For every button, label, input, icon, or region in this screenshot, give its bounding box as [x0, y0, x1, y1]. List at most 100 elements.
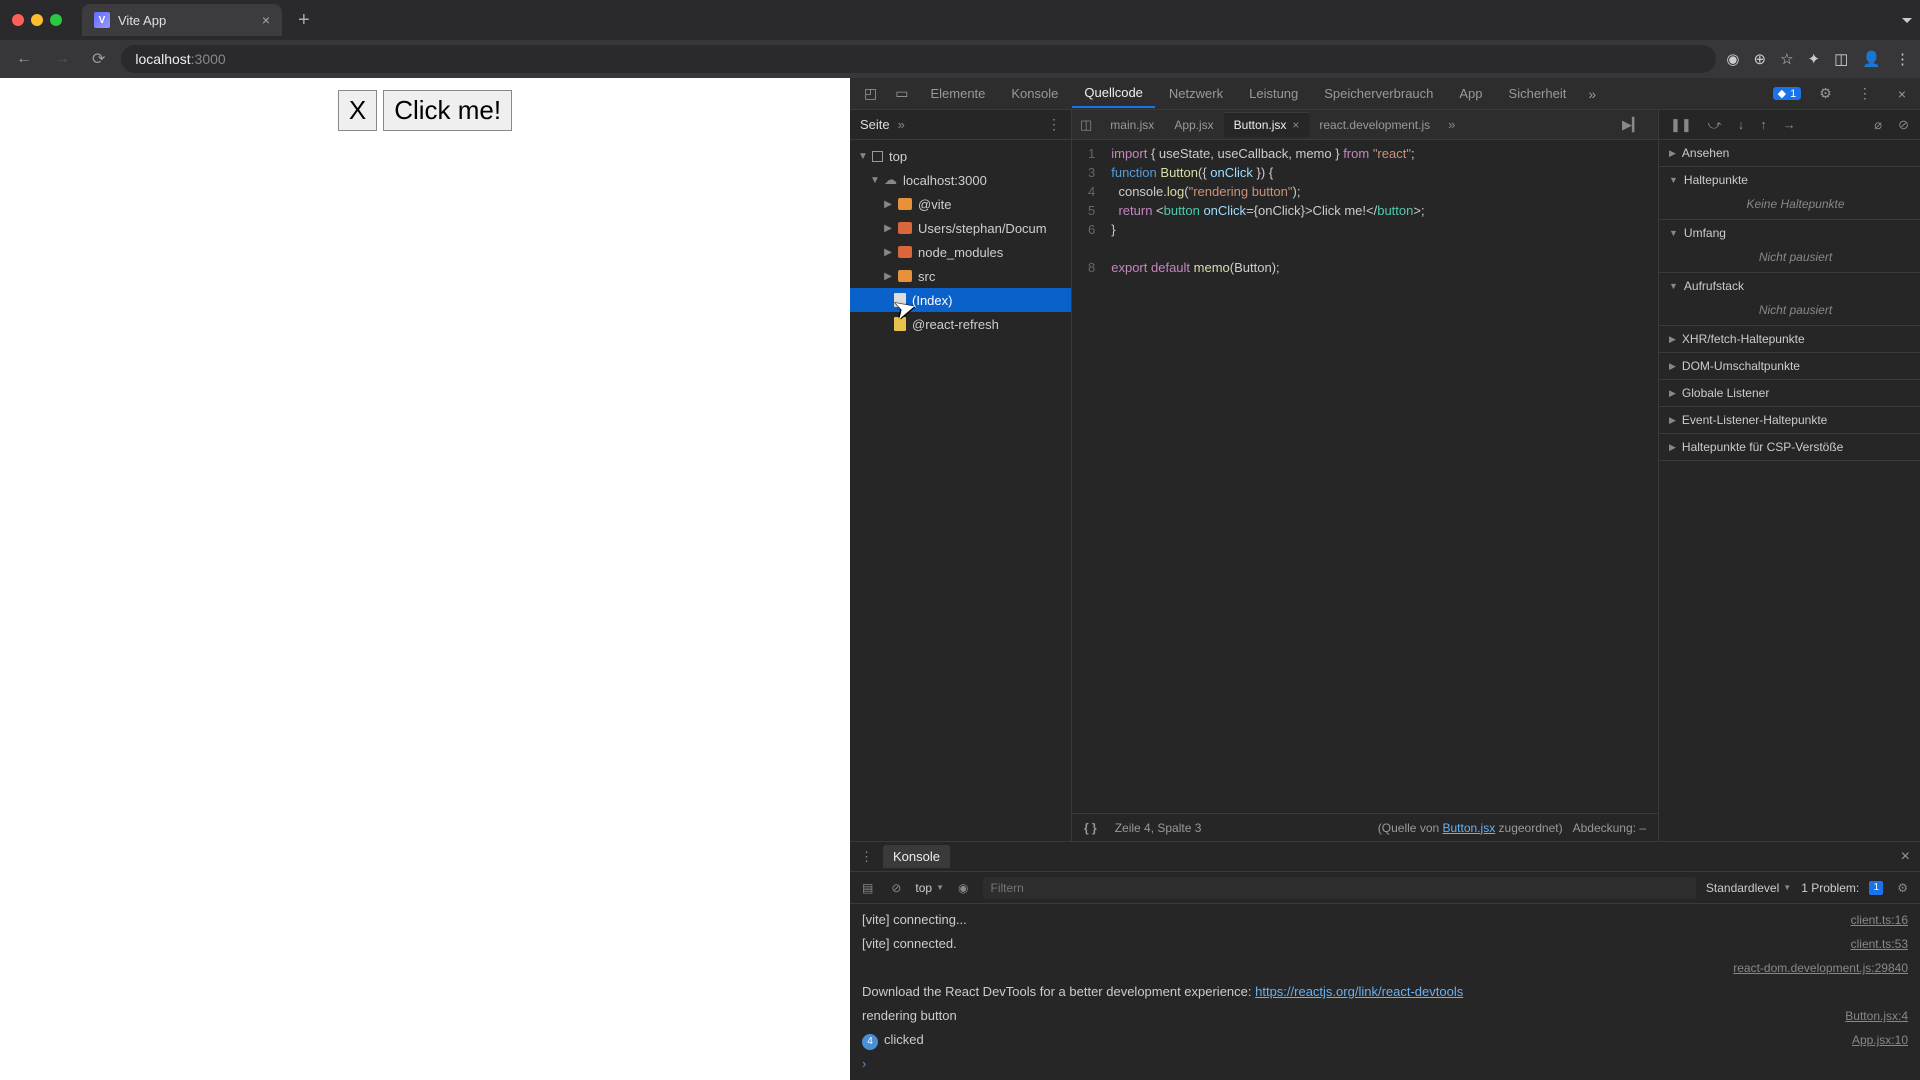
log-source-link[interactable]: App.jsx:10 [1852, 1030, 1908, 1050]
settings-icon[interactable]: ⚙ [1811, 81, 1840, 106]
sidepanel-icon[interactable]: ◫ [1834, 50, 1848, 68]
editor-tab-react-dev[interactable]: react.development.js [1309, 113, 1440, 137]
step-icon[interactable]: → [1778, 115, 1801, 134]
devtools-menu-icon[interactable]: ⋮ [1850, 81, 1880, 106]
tree-folder-node-modules[interactable]: ▶node_modules [850, 240, 1071, 264]
debug-section[interactable]: ▼AufrufstackNicht pausiert [1659, 273, 1920, 326]
drawer-menu-icon[interactable]: ⋮ [860, 849, 873, 865]
step-into-icon[interactable]: ↓ [1733, 115, 1750, 134]
editor-nav-icon[interactable]: ◫ [1072, 113, 1100, 137]
extensions-icon[interactable]: ✦ [1808, 50, 1821, 68]
tree-origin[interactable]: ▼☁localhost:3000 [850, 168, 1071, 192]
address-bar: ← → ⟳ localhost:3000 ◉ ⊕ ☆ ✦ ◫ 👤 ⋮ [0, 40, 1920, 78]
sourcemap-link[interactable]: Button.jsx [1443, 821, 1496, 835]
x-button[interactable]: X [338, 90, 377, 131]
tree-folder-users[interactable]: ▶Users/stephan/Docum [850, 216, 1071, 240]
log-source-link[interactable]: client.ts:53 [1851, 934, 1908, 954]
browser-tab[interactable]: V Vite App × [82, 4, 282, 36]
tab-speicher[interactable]: Speicherverbrauch [1312, 80, 1445, 107]
folder-icon [898, 222, 912, 234]
editor-side-icon[interactable]: ▶▎ [1614, 113, 1650, 137]
editor-statusbar: { } Zeile 4, Spalte 3 (Quelle von Button… [1072, 813, 1658, 841]
editor-tab-app[interactable]: App.jsx [1164, 113, 1223, 137]
close-icon[interactable]: × [1292, 118, 1299, 132]
tab-quellcode[interactable]: Quellcode [1072, 79, 1155, 108]
problems-badge[interactable]: 1 [1869, 881, 1883, 895]
debug-section[interactable]: ▶XHR/fetch-Haltepunkte [1659, 326, 1920, 353]
pause-exceptions-icon[interactable]: ⊘ [1893, 115, 1914, 135]
drawer-tab-konsole[interactable]: Konsole [883, 845, 950, 868]
tree-folder-src[interactable]: ▶src [850, 264, 1071, 288]
console-filter-input[interactable] [983, 877, 1696, 899]
tree-file-react-refresh[interactable]: @react-refresh [850, 312, 1071, 336]
url-input[interactable]: localhost:3000 [121, 45, 1716, 73]
tab-elemente[interactable]: Elemente [918, 80, 997, 107]
console-sidebar-icon[interactable]: ▤ [858, 879, 877, 897]
close-tab-icon[interactable]: × [262, 12, 270, 28]
profile-icon[interactable]: 👤 [1862, 50, 1881, 68]
editor-tab-main[interactable]: main.jsx [1100, 113, 1164, 137]
menu-icon[interactable]: ⋮ [1895, 50, 1910, 68]
device-icon[interactable]: ▭ [887, 81, 916, 106]
tree-top[interactable]: ▼top [850, 144, 1071, 168]
console-drawer: ⋮ Konsole × ▤ ⊘ top▼ ◉ Standardlevel▼ 1 … [850, 841, 1920, 1080]
log-level-selector[interactable]: Standardlevel▼ [1706, 881, 1791, 895]
code-editor[interactable]: 13456 8 import { useState, useCallback, … [1072, 140, 1658, 813]
maximize-window[interactable] [50, 14, 62, 26]
minimize-window[interactable] [31, 14, 43, 26]
debug-section[interactable]: ▶Ansehen [1659, 140, 1920, 167]
tabs-chevron-icon[interactable] [1902, 18, 1912, 23]
navigator-tab-seite[interactable]: Seite [860, 117, 890, 132]
debug-section[interactable]: ▶Haltepunkte für CSP-Verstöße [1659, 434, 1920, 461]
url-port: :3000 [191, 51, 226, 67]
navigator-overflow-icon[interactable]: » [898, 117, 905, 132]
step-over-icon[interactable]: ⤻ [1703, 115, 1727, 135]
file-icon [894, 317, 906, 331]
debug-section[interactable]: ▶Event-Listener-Haltepunkte [1659, 407, 1920, 434]
devtools: ◰ ▭ Elemente Konsole Quellcode Netzwerk … [850, 78, 1920, 1080]
more-tabs-icon[interactable]: » [1580, 82, 1604, 106]
editor-tab-button[interactable]: Button.jsx× [1224, 112, 1310, 137]
reload-button[interactable]: ⟳ [86, 45, 111, 73]
sources-navigator: Seite » ⋮ ▼top ▼☁localhost:3000 ▶@vite ▶… [850, 110, 1072, 841]
share-icon[interactable]: ◉ [1726, 50, 1739, 68]
close-window[interactable] [12, 14, 24, 26]
live-expression-icon[interactable]: ◉ [954, 879, 972, 897]
log-source-link[interactable]: client.ts:16 [1851, 910, 1908, 930]
tree-file-index[interactable]: (Index) [850, 288, 1071, 312]
install-icon[interactable]: ⊕ [1754, 50, 1767, 68]
issues-badge[interactable]: ◆ 1 [1773, 87, 1802, 100]
log-link[interactable]: https://reactjs.org/link/react-devtools [1255, 984, 1463, 999]
tab-konsole[interactable]: Konsole [999, 80, 1070, 107]
drawer-close-icon[interactable]: × [1901, 848, 1910, 866]
debug-section[interactable]: ▶DOM-Umschaltpunkte [1659, 353, 1920, 380]
step-out-icon[interactable]: ↑ [1755, 115, 1772, 134]
tree-folder-vite[interactable]: ▶@vite [850, 192, 1071, 216]
debug-section[interactable]: ▶Globale Listener [1659, 380, 1920, 407]
new-tab-button[interactable]: + [290, 9, 318, 32]
tab-leistung[interactable]: Leistung [1237, 80, 1310, 107]
pretty-print-icon[interactable]: { } [1084, 821, 1097, 835]
bookmark-icon[interactable]: ☆ [1780, 50, 1793, 68]
tab-sicherheit[interactable]: Sicherheit [1497, 80, 1579, 107]
editor-overflow-icon[interactable]: » [1440, 113, 1463, 136]
navigator-menu-icon[interactable]: ⋮ [1047, 116, 1061, 133]
log-source-link[interactable]: react-dom.development.js:29840 [1733, 958, 1908, 978]
deactivate-bp-icon[interactable]: ⌀ [1869, 115, 1887, 135]
tab-title: Vite App [118, 13, 166, 28]
back-button[interactable]: ← [10, 46, 38, 72]
tab-app[interactable]: App [1447, 80, 1494, 107]
click-me-button[interactable]: Click me! [383, 90, 512, 131]
debug-section[interactable]: ▼HaltepunkteKeine Haltepunkte [1659, 167, 1920, 220]
console-settings-icon[interactable]: ⚙ [1893, 879, 1912, 897]
debug-section[interactable]: ▼UmfangNicht pausiert [1659, 220, 1920, 273]
console-log-line: rendering buttonButton.jsx:4 [850, 1004, 1920, 1028]
tab-netzwerk[interactable]: Netzwerk [1157, 80, 1235, 107]
log-source-link[interactable]: Button.jsx:4 [1845, 1006, 1908, 1026]
context-selector[interactable]: top▼ [915, 881, 944, 895]
inspect-icon[interactable]: ◰ [856, 81, 885, 106]
devtools-close-icon[interactable]: × [1890, 82, 1914, 106]
console-prompt[interactable] [850, 1052, 1920, 1076]
pause-icon[interactable]: ❚❚ [1665, 115, 1697, 135]
clear-console-icon[interactable]: ⊘ [887, 879, 905, 897]
